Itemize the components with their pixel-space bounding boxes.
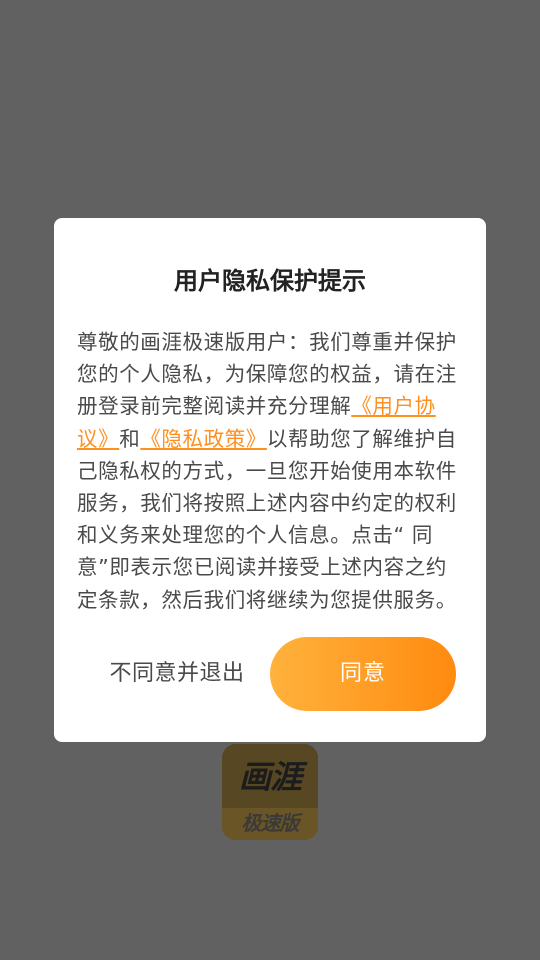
- logo-bottom-text: 极速版: [222, 808, 318, 840]
- body-text-part2: 以帮助您了解维护自己隐私权的方式，一旦您开始使用本软件服务，我们将按照上述内容中…: [77, 426, 457, 612]
- dialog-title: 用户隐私保护提示: [174, 267, 366, 295]
- app-logo: 画涯 极速版: [222, 744, 318, 840]
- dialog-body: 尊敬的画涯极速版用户：我们尊重并保护您的个人隐私，为保障您的权益，请在注册登录前…: [77, 326, 463, 616]
- agree-button[interactable]: 同意: [270, 637, 456, 711]
- privacy-policy-link[interactable]: 《隐私政策》: [140, 427, 267, 451]
- conjunction-text: 和: [119, 426, 141, 451]
- decline-exit-button[interactable]: 不同意并退出: [90, 637, 264, 711]
- screen: 用户隐私保护提示 尊敬的画涯极速版用户：我们尊重并保护您的个人隐私，为保障您的权…: [0, 0, 540, 960]
- logo-top-text: 画涯: [222, 744, 318, 808]
